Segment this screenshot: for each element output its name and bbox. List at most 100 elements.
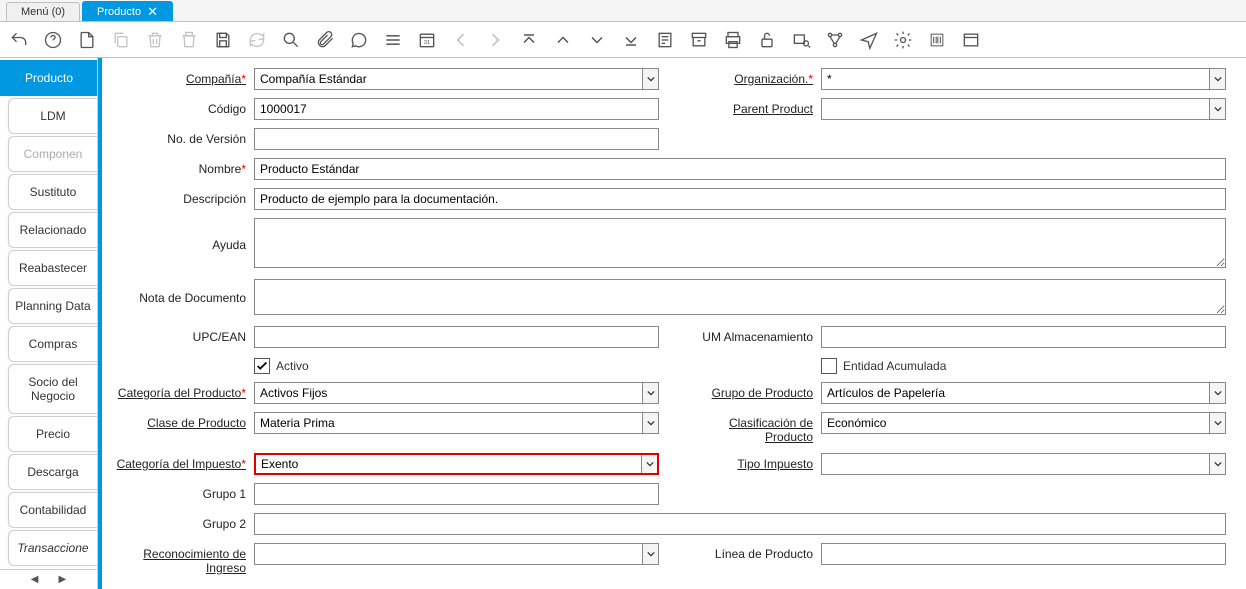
grupo-producto-input[interactable] — [822, 383, 1209, 403]
chevron-down-icon[interactable] — [642, 544, 658, 564]
first-icon[interactable] — [518, 29, 540, 51]
form-area: Compañía* Organización.* Código Parent P… — [102, 58, 1246, 589]
activo-checkbox[interactable] — [254, 358, 270, 374]
grupo1-input[interactable] — [254, 483, 659, 505]
clasificacion-producto-input[interactable] — [822, 413, 1209, 433]
print-icon[interactable] — [722, 29, 744, 51]
sidebar-item-compras[interactable]: Compras — [8, 326, 97, 362]
calendar-icon[interactable]: 31 — [416, 29, 438, 51]
sidebar-item-ldm[interactable]: LDM — [8, 98, 97, 134]
delete-selection-icon — [178, 29, 200, 51]
product-info-icon[interactable] — [926, 29, 948, 51]
um-almacenamiento-input[interactable] — [821, 326, 1226, 348]
grid-toggle-icon[interactable] — [382, 29, 404, 51]
clasificacion-producto-combo[interactable] — [821, 412, 1226, 434]
prev-icon — [450, 29, 472, 51]
compania-combo[interactable] — [254, 68, 659, 90]
codigo-input[interactable] — [254, 98, 659, 120]
chevron-down-icon[interactable] — [1209, 99, 1225, 119]
close-icon[interactable]: ✕ — [147, 5, 158, 18]
sidebar-item-transacciones[interactable]: Transaccione — [8, 530, 97, 566]
parent-product-combo[interactable] — [821, 98, 1226, 120]
label-categoria-producto[interactable]: Categoría del Producto* — [112, 382, 254, 400]
search-icon[interactable] — [280, 29, 302, 51]
label-parent-product[interactable]: Parent Product — [679, 98, 821, 116]
label-compania[interactable]: Compañía* — [112, 68, 254, 86]
sidebar-item-reabastecer[interactable]: Reabastecer — [8, 250, 97, 286]
categoria-impuesto-combo[interactable] — [254, 453, 659, 475]
label-organizacion[interactable]: Organización.* — [679, 68, 821, 86]
upc-ean-input[interactable] — [254, 326, 659, 348]
sidebar-item-precio[interactable]: Precio — [8, 416, 97, 452]
tab-producto[interactable]: Producto ✕ — [82, 1, 173, 21]
last-icon[interactable] — [620, 29, 642, 51]
lock-icon[interactable] — [756, 29, 778, 51]
label-clase-producto[interactable]: Clase de Producto — [112, 412, 254, 430]
ayuda-textarea[interactable] — [254, 218, 1226, 268]
sidebar-item-descarga[interactable]: Descarga — [8, 454, 97, 490]
label-reconocimiento-ingreso[interactable]: Reconocimiento de Ingreso — [112, 543, 254, 576]
linea-producto-input[interactable] — [821, 543, 1226, 565]
sidebar-item-planning-data[interactable]: Planning Data — [8, 288, 97, 324]
descripcion-input[interactable] — [254, 188, 1226, 210]
compania-input[interactable] — [255, 69, 642, 89]
send-icon[interactable] — [858, 29, 880, 51]
up-icon[interactable] — [552, 29, 574, 51]
parent-product-input[interactable] — [822, 99, 1209, 119]
label-clasificacion-producto[interactable]: Clasificación de Producto — [679, 412, 821, 445]
clase-producto-combo[interactable] — [254, 412, 659, 434]
sidebar-scroll-left-icon[interactable]: ◀ — [31, 574, 39, 585]
chevron-down-icon[interactable] — [642, 69, 658, 89]
sidebar-item-socio-negocio[interactable]: Socio del Negocio — [8, 364, 97, 414]
new-icon[interactable] — [76, 29, 98, 51]
chevron-down-icon[interactable] — [641, 455, 657, 473]
chevron-down-icon[interactable] — [1209, 454, 1225, 474]
sidebar-item-componentes[interactable]: Componen — [8, 136, 97, 172]
chevron-down-icon[interactable] — [1209, 383, 1225, 403]
chevron-down-icon[interactable] — [1209, 413, 1225, 433]
categoria-producto-input[interactable] — [255, 383, 642, 403]
reconocimiento-ingreso-combo[interactable] — [254, 543, 659, 565]
sidebar-item-contabilidad[interactable]: Contabilidad — [8, 492, 97, 528]
tab-menu[interactable]: Menú (0) — [6, 2, 80, 21]
report-icon[interactable] — [654, 29, 676, 51]
tipo-impuesto-combo[interactable] — [821, 453, 1226, 475]
nota-documento-textarea[interactable] — [254, 279, 1226, 315]
sidebar-scroll-right-icon[interactable]: ▶ — [59, 574, 67, 585]
save-icon[interactable] — [212, 29, 234, 51]
sidebar-item-relacionado[interactable]: Relacionado — [8, 212, 97, 248]
down-icon[interactable] — [586, 29, 608, 51]
help-icon[interactable] — [42, 29, 64, 51]
categoria-producto-combo[interactable] — [254, 382, 659, 404]
label-categoria-impuesto[interactable]: Categoría del Impuesto* — [112, 453, 254, 471]
chevron-down-icon[interactable] — [642, 383, 658, 403]
sidebar-item-producto[interactable]: Producto — [0, 60, 97, 96]
categoria-impuesto-input[interactable] — [256, 455, 641, 473]
label-tipo-impuesto[interactable]: Tipo Impuesto — [679, 453, 821, 471]
sidebar-item-sustituto[interactable]: Sustituto — [8, 174, 97, 210]
grupo2-input[interactable] — [254, 513, 1226, 535]
chevron-down-icon[interactable] — [642, 413, 658, 433]
grupo-producto-combo[interactable] — [821, 382, 1226, 404]
tipo-impuesto-input[interactable] — [822, 454, 1209, 474]
attachment-icon[interactable] — [314, 29, 336, 51]
organizacion-combo[interactable] — [821, 68, 1226, 90]
label-um-almacenamiento: UM Almacenamiento — [679, 326, 821, 344]
undo-icon[interactable] — [8, 29, 30, 51]
workflow-icon[interactable] — [824, 29, 846, 51]
organizacion-input[interactable] — [822, 69, 1209, 89]
window-icon[interactable] — [960, 29, 982, 51]
entidad-acumulada-checkbox[interactable] — [821, 358, 837, 374]
clase-producto-input[interactable] — [255, 413, 642, 433]
reconocimiento-ingreso-input[interactable] — [255, 544, 642, 564]
chat-icon[interactable] — [348, 29, 370, 51]
no-version-input[interactable] — [254, 128, 659, 150]
next-icon — [484, 29, 506, 51]
sidebar: Producto LDM Componen Sustituto Relacion… — [0, 58, 98, 589]
zoom-across-icon[interactable] — [790, 29, 812, 51]
chevron-down-icon[interactable] — [1209, 69, 1225, 89]
gear-icon[interactable] — [892, 29, 914, 51]
archive-icon[interactable] — [688, 29, 710, 51]
nombre-input[interactable] — [254, 158, 1226, 180]
label-grupo-producto[interactable]: Grupo de Producto — [679, 382, 821, 400]
